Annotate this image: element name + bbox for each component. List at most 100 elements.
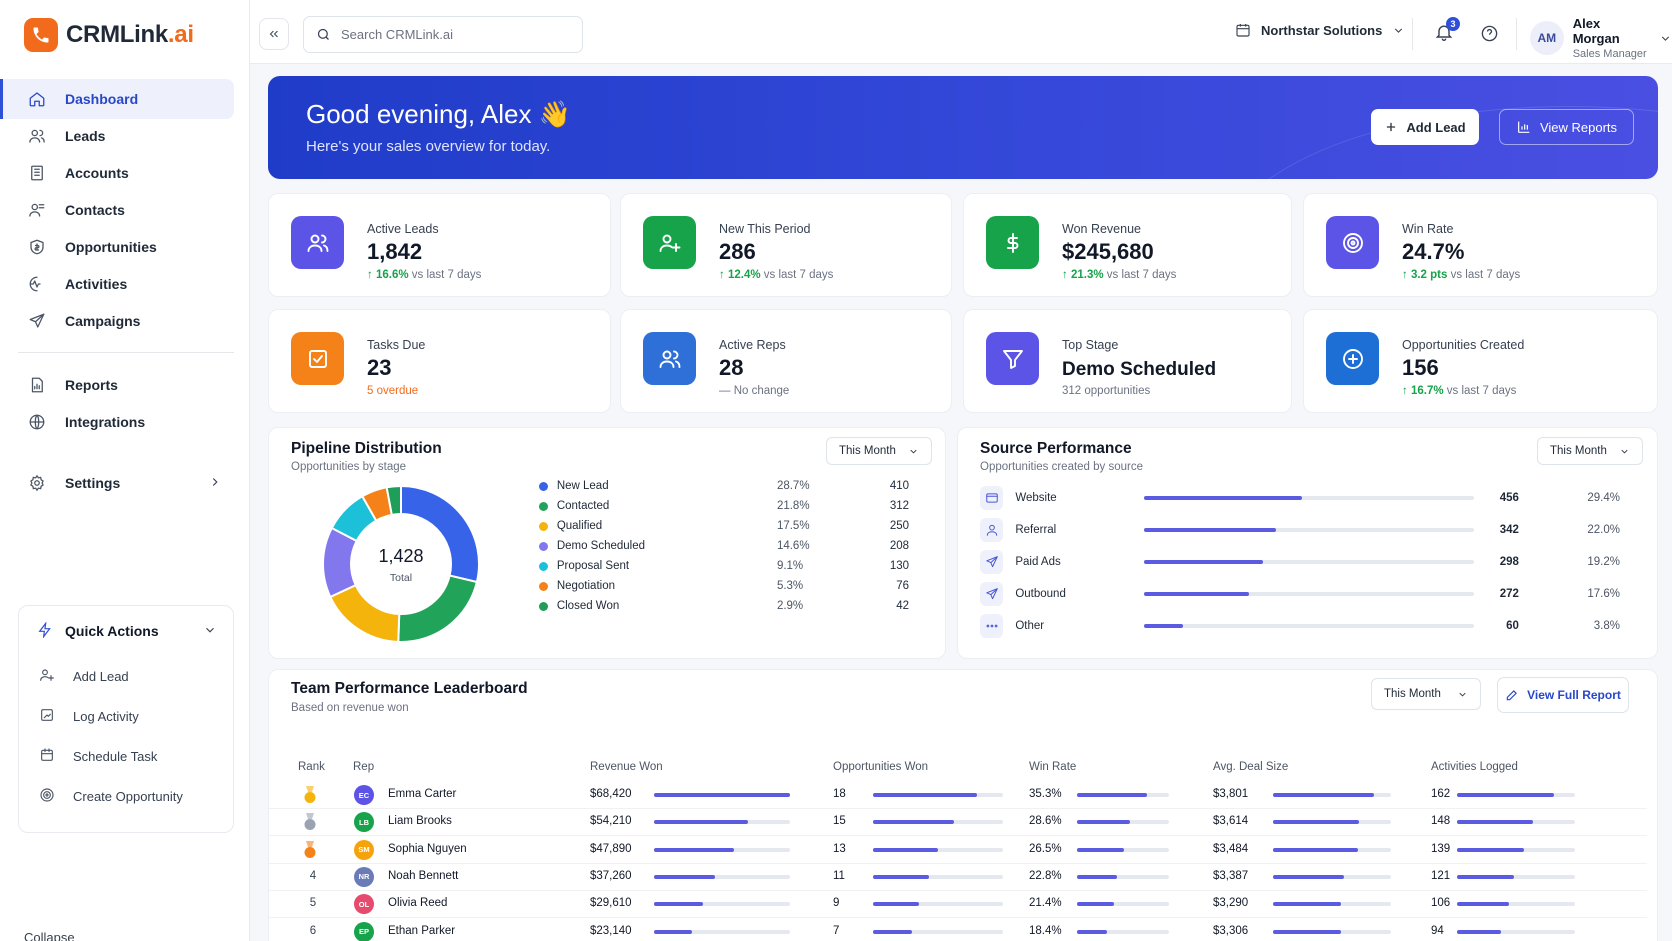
medal-icon: [304, 840, 316, 858]
source-percent: 22.0%: [1587, 524, 1620, 536]
cell-bar-fill: [1077, 793, 1147, 797]
sidebar-item-dashboard[interactable]: Dashboard: [0, 79, 234, 119]
sidebar-item-opportunities[interactable]: Opportunities: [0, 227, 234, 267]
legend-count: 76: [896, 580, 910, 592]
view-reports-button[interactable]: View Reports: [1499, 109, 1634, 145]
stat-label: Active Reps: [719, 338, 786, 352]
legend-item-negotiation[interactable]: Negotiation 5.3% 76: [539, 576, 909, 596]
sidebar-item-campaigns[interactable]: Campaigns: [0, 301, 234, 341]
rep-name[interactable]: Emma Carter: [388, 788, 456, 800]
source-count: 342: [1499, 524, 1519, 536]
cell-bar-fill: [873, 902, 919, 907]
sidebar-item-accounts[interactable]: Accounts: [0, 153, 234, 193]
legend-percent: 14.6%: [776, 540, 810, 552]
sidebar-item-contacts[interactable]: Contacts: [0, 190, 234, 230]
legend-item-closed-won[interactable]: Closed Won 2.9% 42: [539, 596, 909, 616]
avatar: AM: [1530, 21, 1564, 55]
legend-item-demo-scheduled[interactable]: Demo Scheduled 14.6% 208: [539, 536, 909, 556]
cell-bar-fill: [1273, 847, 1358, 852]
search-input[interactable]: Search CRMLink.ai: [303, 16, 583, 53]
rep-name[interactable]: Sophia Nguyen: [388, 843, 467, 855]
quick-action-log-activity[interactable]: Log Activity: [19, 696, 233, 736]
sidebar: CRMLink.ai Dashboard Leads Accounts Contact…: [0, 0, 250, 941]
sidebar-item-settings[interactable]: Settings: [0, 463, 234, 503]
sidebar-item-reports[interactable]: Reports: [0, 365, 234, 405]
column-header-rep[interactable]: Rep: [353, 761, 374, 773]
rep-name[interactable]: Ethan Parker: [388, 925, 455, 937]
table-row[interactable]: SM Sophia Nguyen $47,890 13 26.5% $3,484 139: [269, 837, 1647, 864]
donut-slice-qualified[interactable]: [328, 583, 401, 643]
rep-name[interactable]: Noah Bennett: [388, 870, 458, 882]
legend-percent: 17.5%: [776, 520, 810, 532]
legend-percent: 5.3%: [776, 580, 804, 592]
cell-act: 94: [1431, 924, 1444, 937]
period-dropdown[interactable]: This Month: [1537, 437, 1643, 465]
rank-number: 6: [309, 924, 317, 937]
sidebar-item-activities[interactable]: Activities: [0, 264, 234, 304]
source-percent: 29.4%: [1587, 492, 1620, 504]
quick-actions-header[interactable]: Quick Actions: [19, 606, 233, 656]
notifications-button[interactable]: 3: [1434, 17, 1460, 47]
table-row[interactable]: 5 OL Olivia Reed $29,610 9 21.4% $3,290 106: [269, 891, 1647, 919]
period-dropdown[interactable]: This Month: [1371, 678, 1481, 710]
quick-action-schedule-task[interactable]: Schedule Task: [19, 736, 233, 776]
donut-slice-contacted[interactable]: [397, 574, 479, 643]
donut-slice-new-lead[interactable]: [400, 484, 480, 584]
quick-action-label: Add Lead: [73, 668, 129, 684]
column-header-opportunities-won[interactable]: Opportunities Won: [833, 761, 928, 773]
rep-name[interactable]: Olivia Reed: [388, 897, 447, 909]
stat-value: 28: [719, 355, 744, 380]
bolt-icon: [37, 620, 53, 641]
filter-icon: [986, 332, 1039, 385]
view-full-report-button[interactable]: View Full Report: [1497, 677, 1629, 713]
quick-action-add-lead[interactable]: Add Lead: [19, 656, 233, 696]
column-header-revenue-won[interactable]: Revenue Won: [590, 761, 663, 773]
column-header-win-rate[interactable]: Win Rate: [1029, 761, 1076, 773]
sidebar-item-label: Reports: [65, 377, 118, 393]
source-bar: [1143, 592, 1475, 596]
column-header-rank[interactable]: Rank: [298, 761, 325, 773]
legend-label: Negotiation: [556, 580, 615, 592]
legend-item-new-lead[interactable]: New Lead 28.7% 410: [539, 476, 909, 496]
source-row-paid-ads[interactable]: Paid Ads 298 19.2%: [980, 547, 1620, 577]
legend-item-qualified[interactable]: Qualified 17.5% 250: [539, 516, 909, 536]
sidebar-item-leads[interactable]: Leads: [0, 116, 234, 156]
collapse-link[interactable]: Collapse: [24, 930, 75, 941]
quick-action-create-opportunity[interactable]: Create Opportunity: [19, 776, 233, 816]
cell-avg: $3,306: [1213, 924, 1249, 937]
table-row[interactable]: 6 EP Ethan Parker $23,140 7 18.4% $3,306 94: [269, 919, 1647, 941]
rep-name[interactable]: Liam Brooks: [388, 815, 452, 827]
legend-count: 410: [889, 480, 910, 492]
add-lead-button[interactable]: Add Lead: [1371, 109, 1479, 145]
table-row[interactable]: 4 NR Noah Bennett $37,260 11 22.8% $3,387 121: [269, 864, 1647, 891]
greeting-subtitle: Here's your sales overview for today.: [306, 138, 551, 155]
add-lead-label: Add Lead: [1406, 119, 1466, 135]
column-header-avg-deal-size[interactable]: Avg. Deal Size: [1213, 761, 1288, 773]
user-menu[interactable]: AM Alex Morgan Sales Manager: [1530, 16, 1672, 60]
delta-text: vs last 7 days: [1446, 385, 1517, 397]
legend-item-contacted[interactable]: Contacted 21.8% 312: [539, 496, 909, 516]
source-row-website[interactable]: Website 456 29.4%: [980, 483, 1620, 513]
org-switcher[interactable]: Northstar Solutions: [1235, 22, 1405, 38]
stat-note: — No change: [719, 385, 790, 397]
legend-item-proposal-sent[interactable]: Proposal Sent 9.1% 130: [539, 556, 909, 576]
sidebar-item-label: Opportunities: [65, 239, 157, 255]
cell-avg: $3,614: [1213, 815, 1249, 828]
stat-delta: ↑ 3.2 pts vs last 7 days: [1402, 269, 1520, 281]
help-button[interactable]: [1480, 24, 1499, 48]
source-row-referral[interactable]: Referral 342 22.0%: [980, 515, 1620, 545]
stat-delta: ↑ 16.7% vs last 7 days: [1402, 385, 1516, 397]
cell-bar-fill: [873, 793, 977, 797]
period-dropdown[interactable]: This Month: [826, 437, 932, 465]
stat-label: Opportunities Created: [1402, 338, 1525, 352]
source-row-outbound[interactable]: Outbound 272 17.6%: [980, 579, 1620, 609]
table-row[interactable]: LB Liam Brooks $54,210 15 28.6% $3,614 148: [269, 809, 1647, 837]
collapse-sidebar-button[interactable]: [259, 18, 289, 50]
logo[interactable]: CRMLink.ai: [24, 18, 194, 52]
table-row[interactable]: EC Emma Carter $68,420 18 35.3% $3,801 162: [269, 782, 1647, 809]
legend-percent: 2.9%: [776, 600, 804, 612]
legend-swatch: [539, 581, 548, 591]
column-header-activities-logged[interactable]: Activities Logged: [1431, 761, 1518, 773]
source-row-other[interactable]: Other 60 3.8%: [980, 611, 1620, 641]
sidebar-item-integrations[interactable]: Integrations: [0, 402, 234, 442]
